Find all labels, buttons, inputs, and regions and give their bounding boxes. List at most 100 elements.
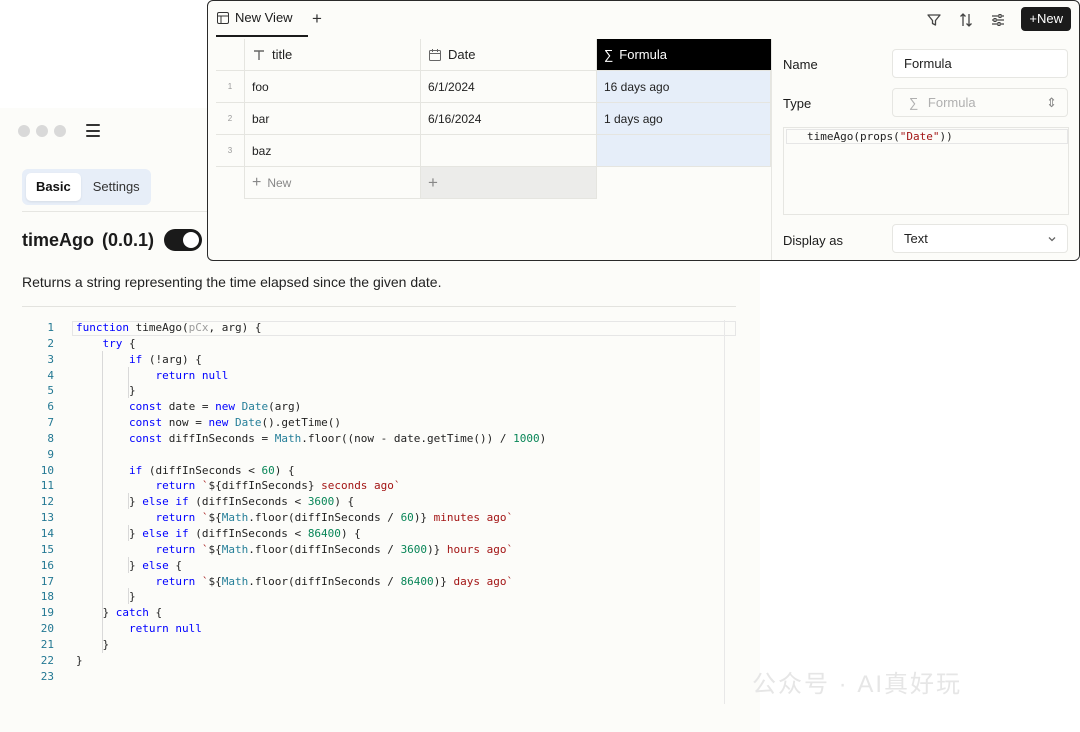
plus-icon: + bbox=[252, 173, 262, 191]
tab-basic[interactable]: Basic bbox=[26, 173, 81, 201]
code-line: 12 } else if (diffInSeconds < 3600) { bbox=[22, 494, 736, 510]
code-line: 21 } bbox=[22, 637, 736, 653]
chevron-up-down-icon: ⇕ bbox=[1046, 95, 1057, 110]
code-line: 23 bbox=[22, 669, 736, 685]
cell-formula[interactable] bbox=[597, 135, 771, 167]
table-row[interactable]: 2 bar 6/16/2024 1 days ago bbox=[216, 103, 771, 135]
code-text: return null bbox=[155, 368, 229, 382]
code-line: 13 return `${Math.floor(diffInSeconds / … bbox=[22, 510, 736, 526]
cell-date[interactable] bbox=[421, 135, 597, 167]
code-text: if (diffInSeconds < 60) { bbox=[128, 463, 295, 477]
column-header-title[interactable]: title bbox=[245, 39, 421, 71]
code-line: 6 const date = new Date(arg) bbox=[22, 399, 736, 415]
close-window-button[interactable] bbox=[18, 125, 30, 137]
code-line: 11 return `${diffInSeconds} seconds ago` bbox=[22, 478, 736, 494]
line-number: 7 bbox=[47, 416, 54, 430]
cell-title[interactable]: foo bbox=[245, 71, 421, 103]
cell-formula[interactable]: 16 days ago bbox=[597, 71, 771, 103]
code-text: return `${Math.floor(diffInSeconds / 360… bbox=[155, 542, 514, 556]
property-panel: Name Formula Type ∑ Formula ⇕ timeAgo(pr… bbox=[771, 39, 1079, 260]
code-text: const diffInSeconds = Math.floor((now - … bbox=[128, 431, 547, 445]
code-line: 17 return `${Math.floor(diffInSeconds / … bbox=[22, 574, 736, 590]
code-text: } else if (diffInSeconds < 3600) { bbox=[76, 495, 355, 509]
line-number: 21 bbox=[40, 637, 54, 651]
line-number: 2 bbox=[47, 336, 54, 350]
name-label: Name bbox=[783, 57, 818, 72]
cell-formula[interactable]: 1 days ago bbox=[597, 103, 771, 135]
cell-title[interactable]: baz bbox=[245, 135, 421, 167]
line-number: 14 bbox=[40, 526, 54, 540]
minimize-window-button[interactable] bbox=[36, 125, 48, 137]
code-line: 9 bbox=[22, 447, 736, 463]
watermark: 公众号 · AI真好玩 bbox=[752, 671, 963, 698]
code-text: } bbox=[76, 637, 110, 651]
view-tab[interactable]: New View bbox=[217, 10, 293, 25]
table-row[interactable]: 3 baz bbox=[216, 135, 771, 167]
tab-settings[interactable]: Settings bbox=[83, 173, 150, 201]
code-line: 10 if (diffInSeconds < 60) { bbox=[22, 463, 736, 479]
line-number: 12 bbox=[40, 495, 54, 509]
add-view-plus-icon[interactable]: + bbox=[312, 9, 322, 29]
display-as-select[interactable]: Text bbox=[892, 224, 1068, 253]
add-row-button[interactable]: + New bbox=[245, 167, 421, 199]
code-line: 18 } bbox=[22, 589, 736, 605]
maximize-window-button[interactable] bbox=[54, 125, 66, 137]
cell-date[interactable]: 6/16/2024 bbox=[421, 103, 597, 135]
column-header-date[interactable]: Date bbox=[421, 39, 597, 71]
code-text: if (!arg) { bbox=[128, 352, 202, 366]
line-number: 15 bbox=[40, 542, 54, 556]
add-column-button[interactable]: + bbox=[421, 167, 597, 199]
toolbar-icons bbox=[925, 11, 1007, 29]
code-line: 3 if (!arg) { bbox=[22, 352, 736, 368]
code-line: 16 } else { bbox=[22, 558, 736, 574]
database-toolbar: New View + +New bbox=[208, 1, 1079, 39]
database-window: New View + +New title Date ∑ Formula 1 f… bbox=[207, 0, 1080, 261]
code-text: } bbox=[76, 384, 136, 398]
function-name: timeAgo bbox=[22, 229, 94, 250]
row-number: 3 bbox=[216, 135, 245, 167]
type-select[interactable]: ∑ Formula ⇕ bbox=[892, 88, 1068, 117]
line-number: 6 bbox=[47, 400, 54, 414]
formula-editor[interactable]: timeAgo(props("Date")) bbox=[783, 127, 1069, 215]
code-text: return `${Math.floor(diffInSeconds / 60)… bbox=[155, 511, 514, 525]
line-number: 10 bbox=[40, 463, 54, 477]
name-input[interactable]: Formula bbox=[892, 49, 1068, 78]
sort-icon[interactable] bbox=[957, 11, 975, 29]
line-number: 19 bbox=[40, 606, 54, 620]
function-heading: timeAgo (0.0.1) bbox=[22, 229, 203, 251]
sigma-icon: ∑ bbox=[909, 95, 919, 110]
line-number: 8 bbox=[47, 431, 54, 445]
code-text: } bbox=[76, 653, 83, 667]
table-header-row: title Date ∑ Formula bbox=[216, 39, 771, 71]
active-tab-indicator bbox=[216, 35, 308, 37]
code-text: return null bbox=[128, 622, 202, 636]
code-text: const now = new Date().getTime() bbox=[128, 416, 341, 430]
code-text: } else { bbox=[76, 558, 182, 572]
code-text: } else if (diffInSeconds < 86400) { bbox=[76, 526, 361, 540]
new-record-button[interactable]: +New bbox=[1021, 7, 1071, 31]
cell-title[interactable]: bar bbox=[245, 103, 421, 135]
code-lines: 1 function timeAgo(pCx, arg) {2 try {3 if… bbox=[22, 320, 736, 684]
code-line: 2 try { bbox=[22, 336, 736, 352]
code-line: 15 return `${Math.floor(diffInSeconds / … bbox=[22, 542, 736, 558]
hamburger-menu-icon[interactable] bbox=[86, 124, 100, 137]
window-controls bbox=[18, 125, 66, 137]
table-row[interactable]: 1 foo 6/1/2024 16 days ago bbox=[216, 71, 771, 103]
code-text: function timeAgo(pCx, arg) { bbox=[76, 321, 262, 334]
cell-date[interactable]: 6/1/2024 bbox=[421, 71, 597, 103]
chevron-down-icon bbox=[1048, 237, 1056, 242]
code-line: 1 function timeAgo(pCx, arg) { bbox=[22, 320, 736, 336]
settings-sliders-icon[interactable] bbox=[989, 11, 1007, 29]
filter-icon[interactable] bbox=[925, 11, 943, 29]
column-header-formula[interactable]: ∑ Formula bbox=[597, 39, 771, 71]
line-number: 11 bbox=[40, 479, 54, 493]
database-table: title Date ∑ Formula 1 foo 6/1/2024 16 d… bbox=[216, 39, 771, 199]
code-line: 22} bbox=[22, 653, 736, 669]
line-number: 5 bbox=[47, 384, 54, 398]
code-editor[interactable]: 1 function timeAgo(pCx, arg) {2 try {3 if… bbox=[22, 320, 736, 704]
code-line: 20 return null bbox=[22, 621, 736, 637]
enable-toggle[interactable] bbox=[164, 229, 203, 251]
code-line: 8 const diffInSeconds = Math.floor((now … bbox=[22, 431, 736, 447]
row-number-header bbox=[216, 39, 245, 71]
code-line: 5 } bbox=[22, 383, 736, 399]
